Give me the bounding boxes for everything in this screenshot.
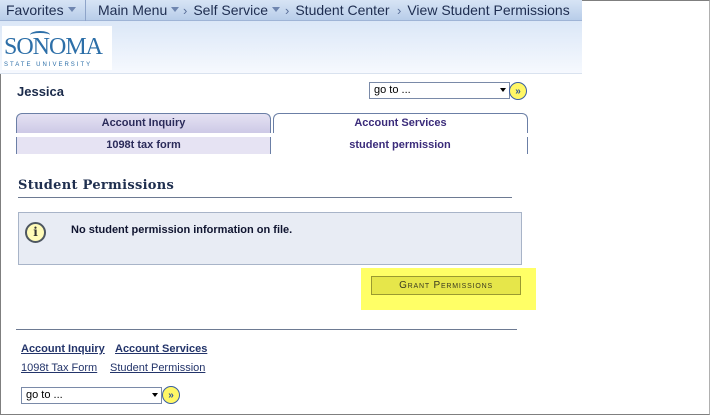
- page-title: Student Permissions: [18, 178, 175, 193]
- self-service-label: Self Service: [193, 2, 269, 18]
- favorites-menu[interactable]: Favorites: [6, 2, 76, 18]
- main-menu-label: Main Menu: [98, 2, 168, 18]
- tab-label: Account Services: [354, 117, 447, 129]
- chevron-down-icon: [272, 7, 281, 12]
- chevron-down-icon: [67, 7, 76, 12]
- chevron-right-icon: ›: [285, 3, 290, 18]
- subtab-label: student permission: [349, 139, 451, 151]
- university-logo: SONOMA STATE UNIVERSITY: [2, 26, 112, 70]
- double-chevron-right-icon: »: [168, 389, 174, 401]
- go-button-bottom[interactable]: »: [162, 386, 180, 404]
- chevron-right-icon: ›: [397, 3, 402, 18]
- info-icon: i: [25, 222, 46, 243]
- chevron-down-icon: [171, 7, 180, 12]
- footer-link-student-permission[interactable]: Student Permission: [110, 362, 205, 374]
- info-message: No student permission information on fil…: [71, 224, 293, 236]
- dropdown-arrow-icon: [152, 393, 158, 397]
- goto-select-bottom[interactable]: go to ...: [21, 387, 162, 404]
- section-divider: [18, 197, 512, 198]
- breadcrumb-view-student-permissions[interactable]: › View Student Permissions: [397, 2, 570, 18]
- goto-select-top[interactable]: go to ...: [369, 82, 510, 99]
- breadcrumb-self-service[interactable]: › Self Service: [183, 2, 281, 18]
- view-student-permissions-label: View Student Permissions: [407, 2, 570, 18]
- footer-link-1098t-tax-form[interactable]: 1098t Tax Form: [21, 362, 97, 374]
- subtab-1098t-tax-form[interactable]: 1098t tax form: [16, 137, 271, 154]
- main-menu[interactable]: Main Menu: [98, 2, 180, 18]
- info-message-box: i No student permission information on f…: [18, 212, 522, 265]
- goto-label: go to ...: [374, 84, 411, 96]
- student-name: Jessica: [17, 84, 64, 99]
- nav-divider: [85, 0, 86, 21]
- grant-permissions-button[interactable]: Grant Permissions: [371, 276, 521, 295]
- footer-link-account-services[interactable]: Account Services: [115, 343, 207, 355]
- goto-label: go to ...: [26, 389, 63, 401]
- tab-account-services[interactable]: Account Services: [273, 113, 528, 133]
- subtab-student-permission[interactable]: student permission: [273, 137, 528, 154]
- subtab-label: 1098t tax form: [106, 139, 181, 151]
- double-chevron-right-icon: »: [515, 85, 521, 97]
- footer-divider: [16, 329, 517, 330]
- student-center-label: Student Center: [295, 2, 390, 18]
- logo-subtitle: STATE UNIVERSITY: [4, 62, 93, 68]
- favorites-label: Favorites: [6, 2, 64, 18]
- breadcrumb-student-center[interactable]: › Student Center: [285, 2, 390, 18]
- dropdown-arrow-icon: [500, 88, 506, 92]
- tab-account-inquiry[interactable]: Account Inquiry: [16, 113, 271, 133]
- go-button-top[interactable]: »: [509, 82, 527, 100]
- chevron-right-icon: ›: [183, 3, 188, 18]
- tab-label: Account Inquiry: [101, 117, 186, 129]
- footer-link-account-inquiry[interactable]: Account Inquiry: [21, 343, 105, 355]
- logo-name: SONOMA: [4, 34, 103, 60]
- top-nav-bar: Favorites Main Menu › Self Service › Stude…: [0, 0, 582, 21]
